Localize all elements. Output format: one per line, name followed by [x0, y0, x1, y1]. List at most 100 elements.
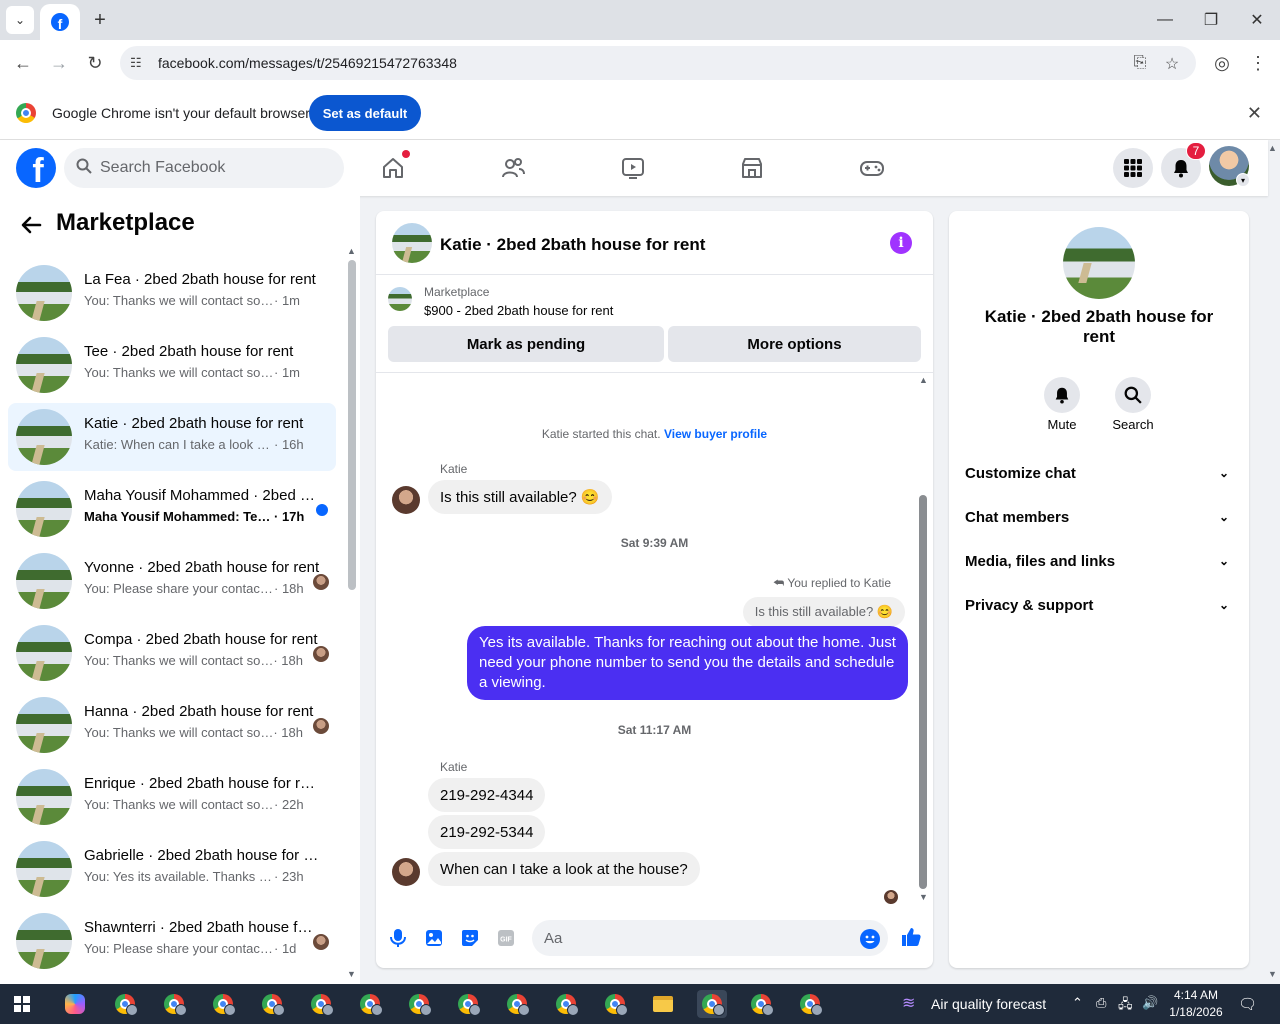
quoted-message[interactable]: Is this still available? 😊 — [742, 597, 905, 627]
chrome-window-icon[interactable] — [453, 990, 483, 1018]
air-quality-icon[interactable]: ≋ — [902, 993, 920, 1012]
friends-icon[interactable] — [497, 152, 529, 184]
incoming-message[interactable]: Is this still available? 😊 — [428, 480, 612, 514]
chat-listing-thumbnail[interactable] — [392, 223, 432, 263]
menu-grid-icon[interactable] — [1113, 148, 1153, 188]
listing-thumbnail[interactable] — [388, 287, 412, 311]
chrome-window-icon[interactable] — [697, 990, 727, 1018]
chrome-window-icon[interactable] — [600, 990, 630, 1018]
search-conversation-icon[interactable] — [1115, 377, 1151, 413]
account-chevron-down-icon[interactable]: ▾ — [1236, 173, 1250, 187]
windows-start-icon[interactable] — [14, 996, 30, 1012]
back-button[interactable]: ← — [8, 48, 38, 78]
chrome-window-icon[interactable] — [208, 990, 238, 1018]
emoji-icon[interactable] — [860, 929, 880, 949]
chrome-window-icon[interactable] — [551, 990, 581, 1018]
chat-scroll-down-icon[interactable]: ▼ — [919, 892, 928, 902]
volume-icon[interactable]: 🔊 — [1142, 995, 1158, 1011]
conversation-item[interactable]: Katie · 2bed 2bath house for rent Katie: … — [8, 403, 336, 471]
chrome-window-icon[interactable] — [159, 990, 189, 1018]
incoming-message[interactable]: 219-292-4344 — [428, 778, 546, 812]
facebook-search-input[interactable]: Search Facebook — [64, 148, 344, 188]
facebook-logo-icon[interactable]: f — [16, 148, 56, 188]
photo-icon[interactable] — [424, 928, 444, 948]
copilot-icon[interactable] — [60, 990, 90, 1018]
chrome-menu-icon[interactable]: ⋮ — [1243, 48, 1273, 78]
mute-bell-icon[interactable] — [1044, 377, 1080, 413]
chrome-window-icon[interactable] — [746, 990, 776, 1018]
conversation-info-icon[interactable]: i — [890, 232, 912, 254]
browser-tab-facebook[interactable]: f — [40, 4, 80, 40]
network-icon[interactable]: 🖧 — [1118, 995, 1133, 1017]
chrome-window-icon[interactable] — [257, 990, 287, 1018]
privacy-support-section[interactable]: Privacy & support ⌄ — [965, 590, 1233, 620]
conversation-item[interactable]: Maha Yousif Mohammed · 2bed 2bath house … — [8, 475, 336, 543]
chrome-window-icon[interactable] — [110, 990, 140, 1018]
mute-label[interactable]: Mute — [1032, 417, 1092, 432]
profile-icon[interactable]: ◎ — [1207, 48, 1237, 78]
infobar-close-icon[interactable]: ✕ — [1247, 103, 1262, 124]
katie-avatar[interactable] — [392, 858, 420, 886]
back-arrow-icon[interactable] — [20, 214, 42, 242]
sidebar-scrollbar[interactable] — [348, 260, 356, 590]
chat-scroll-up-icon[interactable]: ▲ — [919, 375, 928, 385]
tab-search-button[interactable]: ⌄ — [6, 6, 34, 34]
chrome-window-icon[interactable] — [404, 990, 434, 1018]
search-label[interactable]: Search — [1103, 417, 1163, 432]
incoming-message[interactable]: 219-292-5344 — [428, 815, 546, 849]
conversation-item[interactable]: Compa · 2bed 2bath house for rent You: Th… — [8, 619, 336, 687]
sticker-icon[interactable] — [460, 928, 480, 948]
air-quality-text[interactable]: Air quality forecast — [931, 996, 1046, 1012]
install-app-icon[interactable]: ⎘ — [1128, 54, 1152, 72]
details-listing-photo[interactable] — [1063, 227, 1135, 299]
page-scroll-up-icon[interactable]: ▲ — [1268, 143, 1277, 153]
site-settings-icon[interactable]: ☷ — [130, 55, 148, 71]
more-options-button[interactable]: More options — [668, 326, 921, 362]
new-tab-button[interactable]: + — [88, 8, 112, 32]
conversation-item[interactable]: Gabrielle · 2bed 2bath house for rent You… — [8, 835, 336, 903]
microphone-icon[interactable] — [388, 928, 408, 948]
mark-as-pending-button[interactable]: Mark as pending — [388, 326, 664, 362]
tray-overflow-chevron-icon[interactable]: ⌃ — [1072, 995, 1083, 1011]
chat-scrollbar[interactable] — [919, 495, 927, 889]
marketplace-icon[interactable] — [736, 152, 768, 184]
file-explorer-icon[interactable] — [648, 990, 678, 1018]
katie-avatar[interactable] — [392, 486, 420, 514]
system-clock[interactable]: 4:14 AM 1/18/2026 — [1166, 987, 1226, 1021]
conversation-item[interactable]: Hanna · 2bed 2bath house for rent You: Th… — [8, 691, 336, 759]
conversation-item[interactable]: Tee · 2bed 2bath house for rent You: Than… — [8, 331, 336, 399]
conversation-item[interactable]: Shawnterri · 2bed 2bath house for rent Yo… — [8, 907, 336, 975]
outgoing-message[interactable]: Yes its available. Thanks for reaching o… — [467, 626, 908, 700]
video-icon[interactable] — [617, 152, 649, 184]
chrome-window-icon[interactable] — [502, 990, 532, 1018]
gif-icon[interactable]: GIF — [496, 928, 516, 948]
incoming-message[interactable]: When can I take a look at the house? — [428, 852, 700, 886]
scroll-up-arrow-icon[interactable]: ▲ — [347, 246, 356, 256]
set-default-button[interactable]: Set as default — [309, 95, 421, 131]
restore-button[interactable]: ❐ — [1188, 0, 1234, 40]
conversation-item[interactable]: La Fea · 2bed 2bath house for rent You: T… — [8, 259, 336, 327]
chat-title[interactable]: Katie · 2bed 2bath house for rent — [440, 235, 705, 255]
minimize-button[interactable]: — — [1142, 0, 1188, 40]
forward-button[interactable]: → — [44, 48, 74, 78]
reload-button[interactable]: ↻ — [80, 48, 110, 78]
like-thumbs-up-icon[interactable] — [900, 926, 922, 948]
message-input[interactable]: Aa — [532, 920, 888, 956]
conversation-item[interactable]: Yvonne · 2bed 2bath house for rent You: P… — [8, 547, 336, 615]
listing-title[interactable]: $900 - 2bed 2bath house for rent — [424, 303, 613, 318]
chat-members-section[interactable]: Chat members ⌄ — [965, 502, 1233, 532]
close-window-button[interactable]: ✕ — [1234, 0, 1280, 40]
gaming-icon[interactable] — [856, 152, 888, 184]
chrome-window-icon[interactable] — [355, 990, 385, 1018]
bookmark-star-icon[interactable]: ☆ — [1160, 54, 1184, 73]
view-buyer-profile-link[interactable]: View buyer profile — [664, 427, 767, 441]
customize-chat-section[interactable]: Customize chat ⌄ — [965, 458, 1233, 488]
url-text[interactable]: facebook.com/messages/t/2546921547276334… — [158, 55, 457, 71]
meet-now-icon[interactable]: ⎙ — [1096, 995, 1106, 1011]
chrome-window-icon[interactable] — [306, 990, 336, 1018]
notifications-center-icon[interactable]: 🗨 — [1238, 995, 1257, 1013]
conversation-item[interactable]: Enrique · 2bed 2bath house for rent You: … — [8, 763, 336, 831]
scroll-down-arrow-icon[interactable]: ▼ — [347, 969, 356, 979]
chrome-window-icon[interactable] — [795, 990, 825, 1018]
page-scroll-down-icon[interactable]: ▼ — [1268, 969, 1277, 979]
